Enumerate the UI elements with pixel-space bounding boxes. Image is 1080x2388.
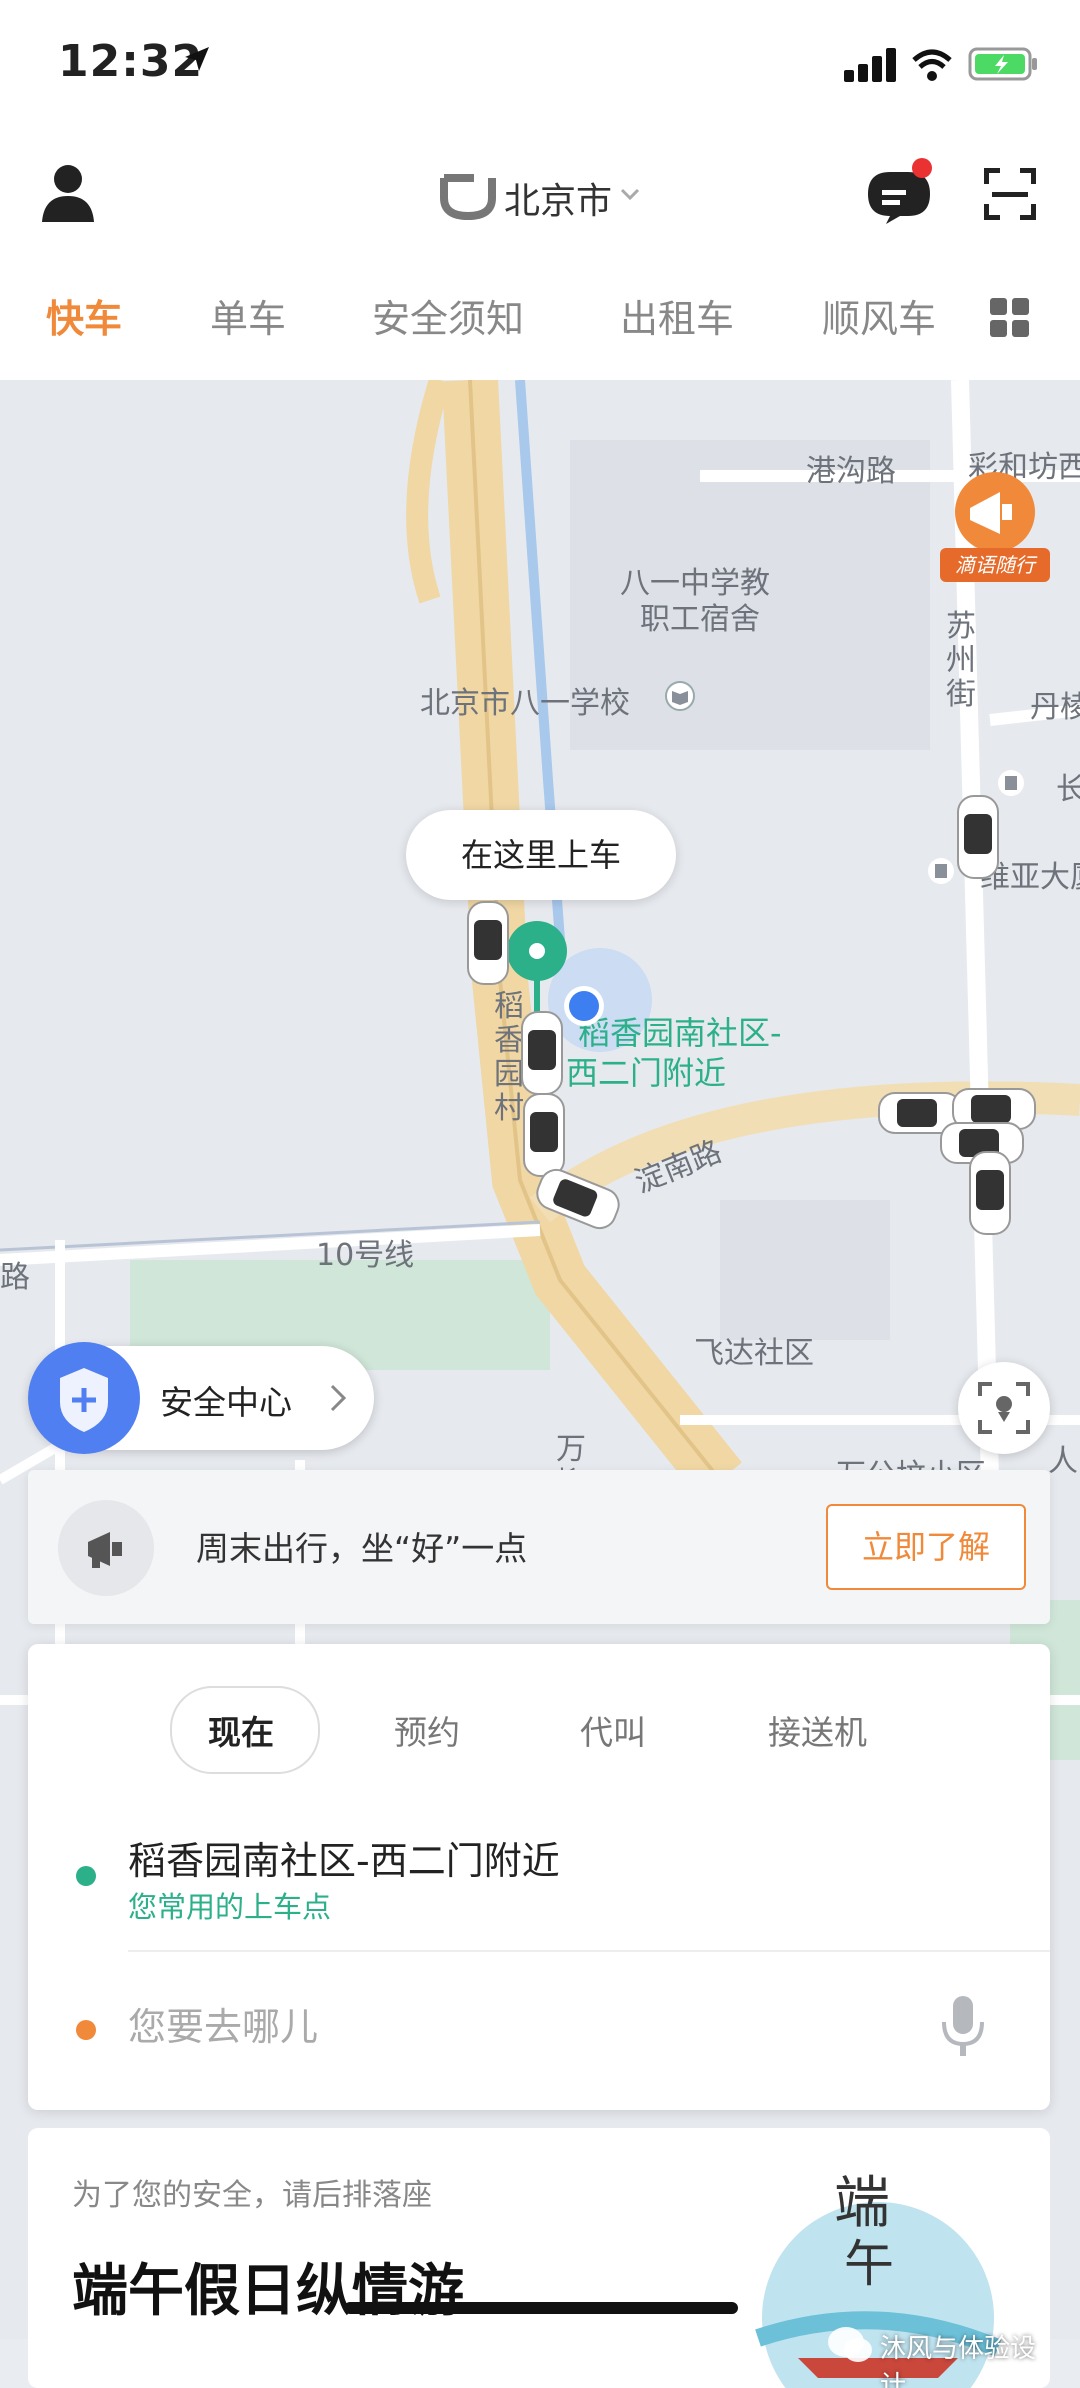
promo-bar: 周末出行，坐“好”一点 立即了解 [28, 1470, 1050, 1624]
shield-icon [28, 1342, 140, 1454]
ad-badge[interactable]: 滴语随行 [940, 468, 1050, 588]
recenter-button[interactable] [958, 1362, 1050, 1454]
tab-bike[interactable]: 单车 [210, 288, 286, 343]
ad-badge-label: 滴语随行 [940, 548, 1050, 582]
microphone-icon[interactable] [940, 1994, 986, 2060]
signal-icon [844, 48, 900, 82]
map-label: 人 [1048, 1444, 1078, 1479]
home-indicator[interactable] [344, 2302, 738, 2314]
mode-airport[interactable]: 接送机 [768, 1706, 867, 1754]
destination-dot [76, 2020, 96, 2040]
destination-input[interactable]: 您要去哪儿 [128, 1996, 318, 2051]
mode-reserve[interactable]: 预约 [394, 1706, 460, 1754]
pickup-bubble[interactable]: 在这里上车 [406, 810, 676, 900]
wifi-icon [912, 49, 952, 81]
pickup-hint: 您常用的上车点 [128, 1890, 332, 1924]
city-selector[interactable]: 北京市 [504, 172, 612, 224]
map-label: 路 [0, 1260, 30, 1295]
status-bar: 12:32 [0, 0, 1080, 130]
service-tabs: 快车 单车 安全须知 出租车 顺风车 [0, 258, 1080, 381]
safety-center-label: 安全中心 [160, 1383, 292, 1422]
building-icon [928, 858, 954, 884]
map-label: 10号线 [316, 1238, 415, 1273]
tab-hitch[interactable]: 顺风车 [822, 288, 936, 343]
location-arrow-icon [185, 47, 209, 71]
pickup-map-label: 西二门附近 [566, 1054, 727, 1092]
learn-more-button[interactable]: 立即了解 [826, 1504, 1026, 1590]
mode-now[interactable]: 现在 [208, 1706, 274, 1754]
divider [128, 1950, 1050, 1952]
watermark: 沐风与体验设计 [880, 2334, 1037, 2388]
current-location-dot [564, 986, 604, 1026]
megaphone-icon [955, 472, 1035, 552]
map-label: 苏州街 [946, 609, 976, 712]
car-icon [467, 901, 509, 985]
ride-request-card: 现在 预约 代叫 接送机 稻香园南社区-西二门附近 您常用的上车点 您要去哪儿 [28, 1644, 1050, 2110]
building-icon [998, 770, 1024, 796]
pickup-dot [76, 1866, 96, 1886]
promo-text: 周末出行，坐“好”一点 [196, 1529, 528, 1568]
map-label: 飞达社区 [694, 1336, 814, 1371]
map-label: 丹棱 [1030, 690, 1080, 725]
map-label: 北京市八一学校 [420, 686, 630, 721]
tab-safety-notice[interactable]: 安全须知 [372, 288, 524, 343]
pickup-field[interactable]: 稻香园南社区-西二门附近 [128, 1830, 560, 1885]
locate-icon [978, 1382, 1030, 1434]
holiday-banner[interactable]: 为了您的安全，请后排落座 端午假日纵情游 端 午 沐风与体验设计 [28, 2128, 1050, 2388]
school-icon [665, 681, 695, 711]
safety-center-button[interactable]: 安全中心 [28, 1342, 374, 1454]
chevron-right-icon [330, 1384, 347, 1412]
map-label: 长 [1056, 772, 1080, 807]
car-icon [957, 795, 999, 879]
tab-express[interactable]: 快车 [46, 288, 122, 343]
message-icon[interactable] [864, 156, 938, 226]
map-label: 港沟路 [806, 454, 896, 489]
announcement-icon [58, 1500, 154, 1596]
banner-title: 端午假日纵情游 [72, 2259, 464, 2324]
chevron-down-icon [620, 188, 640, 201]
car-icon [969, 1151, 1011, 1235]
map-label: 职工宿舍 [640, 602, 760, 637]
banner-subtitle: 为了您的安全，请后排落座 [72, 2178, 432, 2213]
scan-icon[interactable] [984, 168, 1036, 220]
tab-taxi[interactable]: 出租车 [620, 288, 734, 343]
more-services-icon[interactable] [990, 298, 1030, 338]
didi-logo-icon [440, 174, 496, 221]
wechat-icon [828, 2327, 872, 2362]
car-icon [521, 1011, 563, 1095]
profile-icon[interactable] [40, 162, 96, 224]
battery-icon [968, 47, 1037, 81]
banner-art-text: 午 [844, 2235, 894, 2293]
mode-call-for-others[interactable]: 代叫 [580, 1706, 646, 1754]
